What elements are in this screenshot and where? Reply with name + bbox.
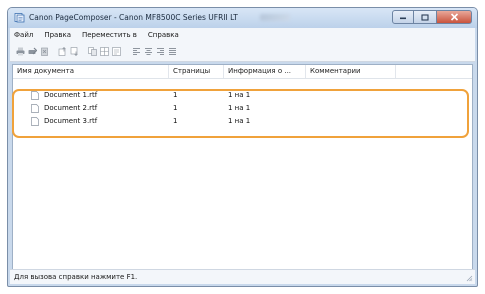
menu-move-to[interactable]: Переместить в (78, 31, 141, 39)
menu-file[interactable]: Файл (10, 31, 37, 39)
maximize-button[interactable] (414, 10, 436, 24)
column-header-row: Имя документа Страницы Информация о ... … (13, 65, 472, 79)
delete-icon[interactable] (40, 47, 49, 56)
status-bar: Для вызова справки нажмите F1. (10, 269, 475, 284)
menu-bar: Файл Правка Переместить в Справка (10, 28, 475, 42)
status-text: Для вызова справки нажмите F1. (14, 273, 138, 281)
minimize-icon (400, 17, 406, 20)
preview-icon[interactable] (112, 47, 121, 56)
column-header-name[interactable]: Имя документа (13, 65, 169, 78)
move-down-icon[interactable] (70, 47, 79, 56)
column-header-info[interactable]: Информация о ... (224, 65, 306, 78)
combine-icon[interactable] (88, 47, 97, 56)
move-up-icon[interactable] (58, 47, 67, 56)
align-center-icon[interactable] (144, 47, 153, 56)
redacted-text (260, 14, 290, 21)
selection-highlight (12, 89, 469, 138)
split-icon[interactable] (100, 47, 109, 56)
window-controls (392, 10, 472, 25)
window-title: Canon PageComposer - Canon MF8500C Serie… (29, 13, 238, 22)
print-icon[interactable] (16, 47, 25, 56)
align-left-icon[interactable] (132, 47, 141, 56)
toolbar (10, 42, 475, 62)
maximize-icon (421, 13, 429, 21)
column-header-comments[interactable]: Комментарии (306, 65, 396, 78)
align-right-icon[interactable] (156, 47, 165, 56)
title-bar[interactable]: Canon PageComposer - Canon MF8500C Serie… (8, 8, 477, 28)
menu-help[interactable]: Справка (144, 31, 183, 39)
minimize-button[interactable] (392, 10, 414, 24)
app-icon (14, 13, 25, 23)
close-icon (450, 13, 458, 21)
align-justify-icon[interactable] (168, 47, 177, 56)
column-header-pages[interactable]: Страницы (169, 65, 224, 78)
print-settings-icon[interactable] (28, 47, 37, 56)
resize-grip-icon[interactable] (465, 274, 473, 282)
close-button[interactable] (436, 10, 472, 24)
app-window: Canon PageComposer - Canon MF8500C Serie… (7, 7, 478, 287)
menu-edit[interactable]: Правка (40, 31, 75, 39)
